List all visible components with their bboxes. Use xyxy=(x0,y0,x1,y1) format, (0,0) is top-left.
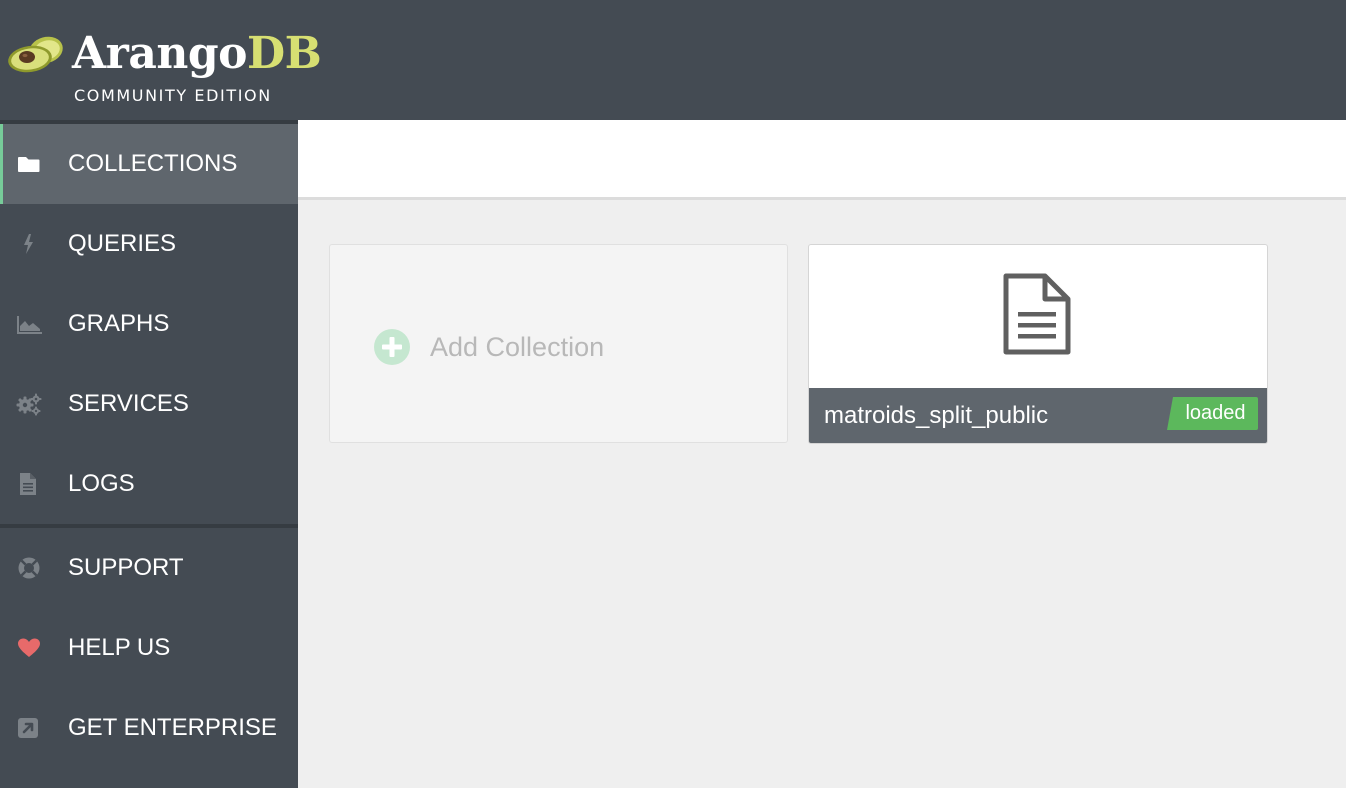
status-badge: loaded xyxy=(1167,397,1258,430)
file-text-icon xyxy=(20,473,36,495)
sidebar-item-support[interactable]: SUPPORT xyxy=(0,528,298,608)
sidebar-item-label: SERVICES xyxy=(68,390,189,417)
sidebar-item-label: HELP US xyxy=(68,634,171,661)
sidebar-item-logs[interactable]: LOGS xyxy=(0,444,298,524)
external-link-icon xyxy=(18,718,38,738)
sidebar-item-queries[interactable]: QUERIES xyxy=(0,204,298,284)
sidebar: COLLECTIONS QUERIES GRAPHS SERVICES LOGS… xyxy=(0,120,298,788)
add-collection-tile[interactable]: Add Collection xyxy=(329,244,788,443)
heart-icon xyxy=(18,638,40,657)
gears-icon xyxy=(16,393,42,416)
sidebar-item-label: QUERIES xyxy=(68,230,177,257)
sidebar-item-services[interactable]: SERVICES xyxy=(0,364,298,444)
collection-name: matroids_split_public xyxy=(824,402,1049,429)
brand-wordmark: ArangoDB xyxy=(72,28,322,80)
subheader-bar xyxy=(298,120,1346,200)
edition-label: COMMUNITY EDITION xyxy=(74,86,272,105)
brand-name-part2: DB xyxy=(246,28,322,79)
sidebar-item-label: GET ENTERPRISE xyxy=(68,714,277,741)
sidebar-item-label: GRAPHS xyxy=(68,310,170,337)
sidebar-item-label: LOGS xyxy=(68,470,135,497)
sidebar-item-collections[interactable]: COLLECTIONS xyxy=(0,124,298,204)
sidebar-item-graphs[interactable]: GRAPHS xyxy=(0,284,298,364)
sidebar-item-get-enterprise[interactable]: GET ENTERPRISE xyxy=(0,688,298,768)
collection-footer: matroids_split_public loaded xyxy=(809,388,1267,443)
plus-circle-icon xyxy=(374,329,410,365)
brand-name-part1: Arango xyxy=(72,28,247,79)
add-collection-label: Add Collection xyxy=(430,332,605,362)
arangodb-logo[interactable]: ArangoDB COMMUNITY EDITION xyxy=(6,28,322,108)
sidebar-item-label: SUPPORT xyxy=(68,554,184,581)
sidebar-item-label: COLLECTIONS xyxy=(68,150,238,177)
folder-icon xyxy=(18,157,40,172)
area-chart-icon xyxy=(17,316,42,334)
top-header: ArangoDB COMMUNITY EDITION xyxy=(0,0,1346,120)
avocado-logo-icon xyxy=(8,36,63,73)
life-ring-icon xyxy=(18,557,40,579)
bolt-icon xyxy=(24,234,33,254)
sidebar-item-help-us[interactable]: HELP US xyxy=(0,608,298,688)
collection-tile[interactable]: matroids_split_public loaded xyxy=(808,244,1268,444)
status-badge-text: loaded xyxy=(1185,402,1246,424)
document-icon xyxy=(1003,273,1071,355)
